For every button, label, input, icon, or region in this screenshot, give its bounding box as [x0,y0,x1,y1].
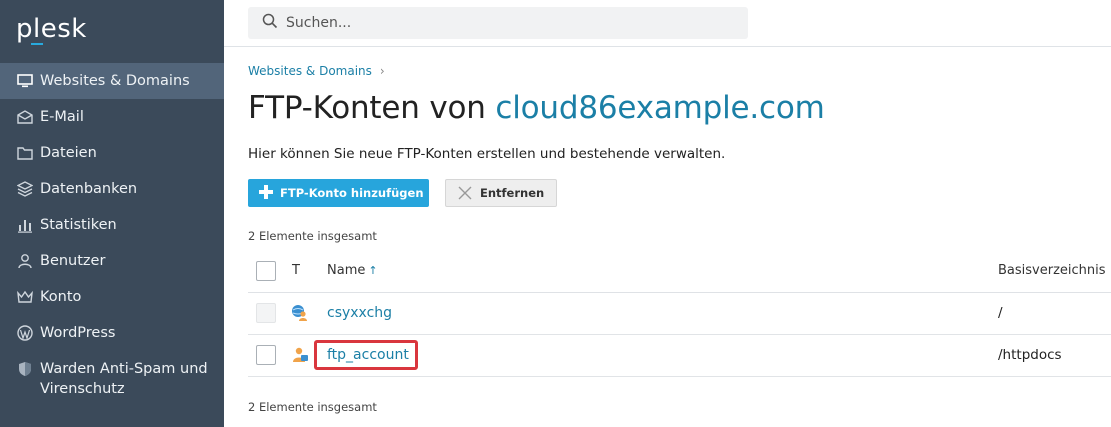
table-row: csyxxchg / [248,293,1111,335]
page-title-prefix: FTP-Konten von [248,90,486,126]
breadcrumb: Websites & Domains › [248,64,385,78]
table-header-row: T Name ↑ Basisverzeichnis [248,251,1111,293]
user-icon [16,252,34,270]
search-icon [262,13,278,33]
sidebar-item-label: Dateien [40,145,97,161]
sidebar-item-wordpress[interactable]: WordPress [0,315,224,351]
sidebar-item-konto[interactable]: Konto [0,279,224,315]
sidebar-item-datenbanken[interactable]: Datenbanken [0,171,224,207]
sidebar-item-label: Statistiken [40,217,117,233]
folder-icon [16,144,34,162]
top-bar [224,0,1111,47]
page-description: Hier können Sie neue FTP-Konten erstelle… [248,146,726,162]
row-checkbox [256,303,276,323]
search-box[interactable] [248,7,748,39]
sidebar-item-dateien[interactable]: Dateien [0,135,224,171]
ftp-account-name-link[interactable]: ftp_account [327,347,409,363]
items-total-bottom: 2 Elemente insgesamt [248,400,377,414]
ftp-account-name-link[interactable]: csyxxchg [327,305,392,321]
sidebar-item-statistiken[interactable]: Statistiken [0,207,224,243]
envelope-icon [16,108,34,126]
select-all-checkbox[interactable] [256,261,276,281]
sidebar-item-websites-domains[interactable]: Websites & Domains [0,63,224,99]
add-ftp-account-button[interactable]: FTP-Konto hinzufügen [248,179,429,207]
ftp-user-icon [291,346,309,364]
base-dir-value: / [998,305,1003,321]
database-icon [16,180,34,198]
sidebar-item-label: WordPress [40,325,116,341]
add-ftp-account-label: FTP-Konto hinzufügen [280,186,424,200]
close-icon [458,186,472,200]
sidebar-item-label: Websites & Domains [40,73,190,89]
column-header-type[interactable]: T [292,263,300,278]
ftp-accounts-table: T Name ↑ Basisverzeichnis csyxxchg / ftp_… [248,251,1111,377]
remove-button[interactable]: Entfernen [445,179,557,207]
plesk-logo[interactable]: plesk [16,14,87,44]
sidebar-nav: Websites & Domains E-Mail Dateien Datenb… [0,63,224,397]
shield-icon [16,360,34,378]
search-input[interactable] [286,15,726,31]
sidebar-item-warden[interactable]: Warden Anti-Spam und Virenschutz [0,351,224,397]
sidebar-item-label: Warden Anti-Spam und Virenschutz [40,361,208,397]
sidebar-item-label: E-Mail [40,109,84,125]
page-title-domain[interactable]: cloud86example.com [495,90,824,126]
sidebar-item-benutzer[interactable]: Benutzer [0,243,224,279]
sidebar-item-label: Benutzer [40,253,106,269]
sidebar-item-email[interactable]: E-Mail [0,99,224,135]
base-dir-value: /httpdocs [998,347,1062,363]
logo-accent [31,43,43,45]
sidebar-item-label: Datenbanken [40,181,138,197]
bar-chart-icon [16,216,34,234]
plus-icon [259,182,273,202]
sort-ascending-icon: ↑ [368,264,378,277]
sidebar: plesk Websites & Domains E-Mail Dateien … [0,0,224,427]
breadcrumb-separator: › [379,64,385,78]
wordpress-icon [16,324,34,342]
breadcrumb-websites-domains[interactable]: Websites & Domains [248,64,372,78]
remove-label: Entfernen [480,186,545,200]
row-checkbox[interactable] [256,345,276,365]
monitor-icon [16,72,34,90]
ftp-globe-user-icon [291,304,309,322]
column-header-name-label: Name [327,263,366,278]
crown-icon [16,288,34,306]
page-title: FTP-Konten von cloud86example.com [248,90,825,126]
sidebar-item-label: Konto [40,289,82,305]
items-total-top: 2 Elemente insgesamt [248,229,377,243]
column-header-name[interactable]: Name ↑ [327,263,378,278]
table-row: ftp_account /httpdocs [248,335,1111,377]
column-header-base-dir[interactable]: Basisverzeichnis [998,263,1106,278]
